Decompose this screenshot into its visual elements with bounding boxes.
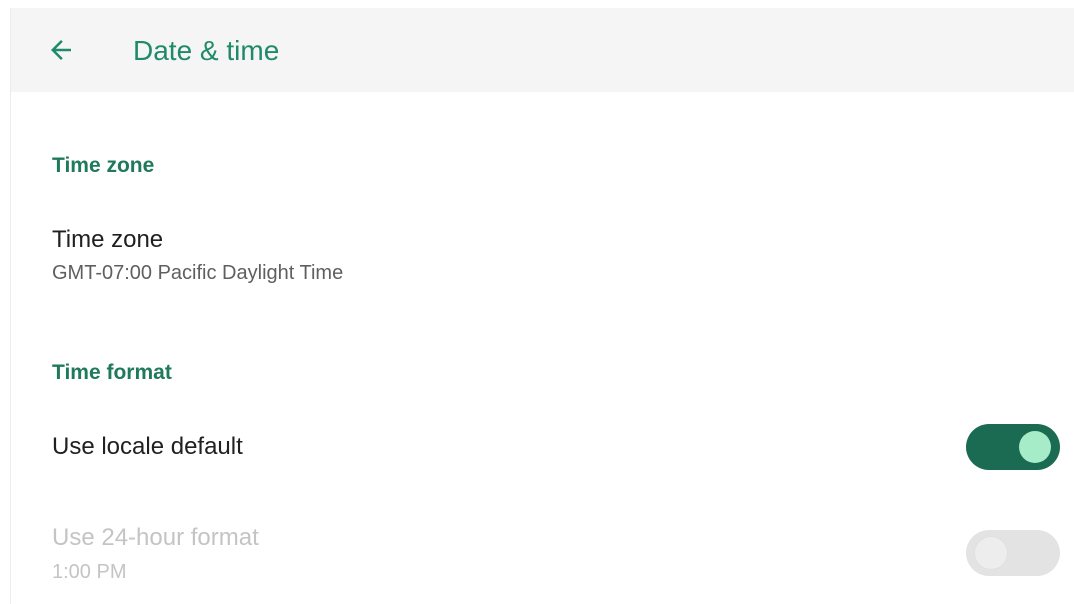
time-zone-preference[interactable] [11,212,1074,308]
switch-thumb [975,537,1007,569]
section-header-time-zone: Time zone [52,154,155,177]
back-button[interactable] [43,32,79,68]
use-locale-default-switch[interactable] [966,424,1060,470]
switch-thumb [1019,431,1051,463]
date-time-settings-screen: Date & time Time zone Time zone GMT-07:0… [0,0,1074,604]
use-24-hour-preference [11,508,1074,598]
app-bar: Date & time [11,8,1074,92]
use-locale-default-title: Use locale default [52,433,243,460]
section-header-time-format: Time format [52,361,172,384]
use-24-hour-summary: 1:00 PM [52,561,127,583]
use-24-hour-switch [966,530,1060,576]
arrow-left-icon [51,40,71,60]
time-zone-title: Time zone [52,226,164,253]
page-title: Date & time [133,35,280,66]
use-24-hour-title: Use 24-hour format [52,524,259,551]
time-zone-summary: GMT-07:00 Pacific Daylight Time [52,262,344,284]
